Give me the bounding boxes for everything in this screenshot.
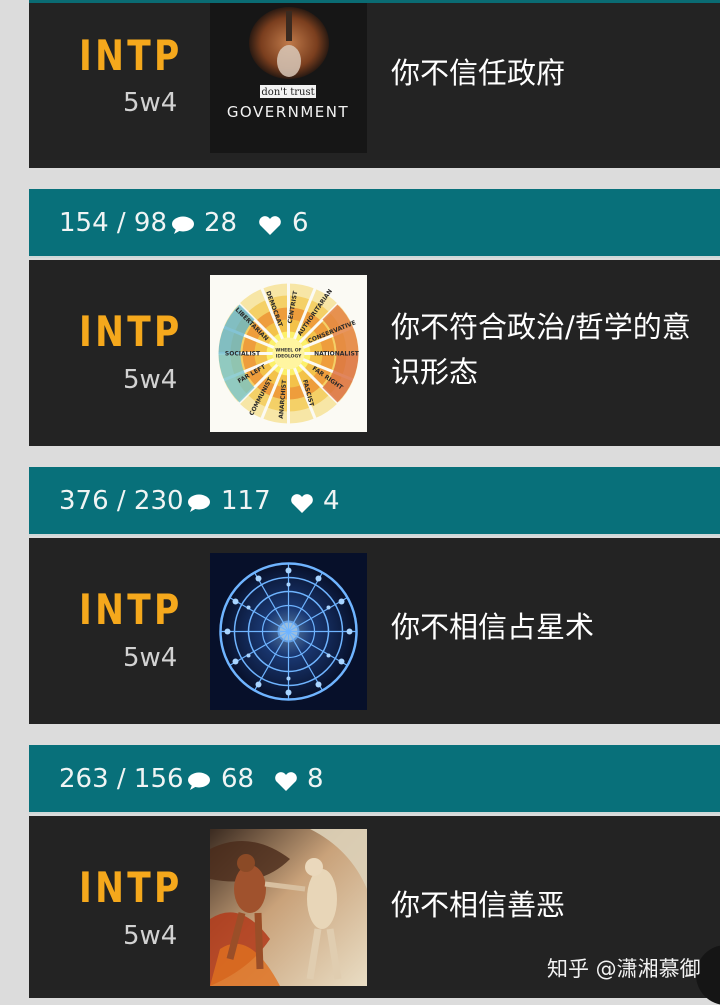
- heart-icon[interactable]: [290, 494, 314, 514]
- zodiac-wheel-image[interactable]: [210, 553, 367, 710]
- vote-ratio: 263 / 156: [59, 764, 184, 794]
- comment-count[interactable]: 117: [221, 467, 271, 536]
- post-caption: 你不相信占星术: [391, 610, 595, 644]
- post-card[interactable]: INTP 5w4: [29, 538, 720, 724]
- post-card[interactable]: INTP 5w4: [29, 260, 720, 446]
- enneagram-wing: 5w4: [123, 88, 178, 118]
- personality-type: INTP: [79, 307, 183, 356]
- comment-bubble-icon[interactable]: [187, 494, 211, 512]
- personality-type: INTP: [79, 585, 183, 634]
- comment-count[interactable]: 68: [221, 745, 254, 814]
- comment-count[interactable]: 28: [204, 189, 237, 258]
- personality-type: INTP: [79, 31, 183, 80]
- image-caption-small: don't trust: [261, 87, 314, 98]
- like-count[interactable]: 4: [323, 467, 340, 536]
- wheel-label: NATIONALIST: [314, 351, 360, 358]
- post-stats-bar: 263 / 156 68 8: [29, 745, 720, 814]
- post-stats-bar: 376 / 230 117 4: [29, 467, 720, 536]
- personality-type: INTP: [79, 863, 183, 912]
- post-caption: 你不信任政府: [391, 56, 566, 90]
- like-count[interactable]: 6: [292, 189, 309, 258]
- dont-trust-government-image[interactable]: don't trust GOVERNMENT: [210, 3, 367, 153]
- post-feed: INTP 5w4 don't trust GOVERNMENT 你不信任政府 1…: [29, 0, 720, 998]
- comment-bubble-icon[interactable]: [187, 772, 211, 790]
- post-caption: 你不符合政治/哲学的意识形态: [391, 310, 691, 389]
- vote-ratio: 376 / 230: [59, 486, 184, 516]
- post-stats-bar: 154 / 98 28 6: [29, 189, 720, 258]
- good-and-evil-painting-image[interactable]: [210, 829, 367, 986]
- wheel-label: SOCIALIST: [225, 351, 261, 358]
- wheel-center-line-1: WHEEL OF: [275, 348, 301, 354]
- heart-icon[interactable]: [274, 772, 298, 792]
- enneagram-wing: 5w4: [123, 643, 178, 673]
- like-count[interactable]: 8: [307, 745, 324, 814]
- enneagram-wing: 5w4: [123, 365, 178, 395]
- post-card[interactable]: INTP 5w4 don't trust GOVERNMENT 你不信任政府: [29, 3, 720, 168]
- comment-bubble-icon[interactable]: [171, 216, 195, 234]
- image-caption-big: GOVERNMENT: [227, 103, 349, 121]
- source-watermark: 知乎 @潇湘慕御: [547, 957, 701, 981]
- post-caption: 你不相信善恶: [391, 888, 566, 922]
- wheel-center-line-2: IDEOLOGY: [276, 354, 302, 360]
- enneagram-wing: 5w4: [123, 921, 178, 951]
- vote-ratio: 154 / 98: [59, 208, 167, 238]
- wheel-of-ideology-image[interactable]: WHEEL OF IDEOLOGY SOCIALIST NATIONALIST …: [210, 275, 367, 432]
- heart-icon[interactable]: [258, 216, 282, 236]
